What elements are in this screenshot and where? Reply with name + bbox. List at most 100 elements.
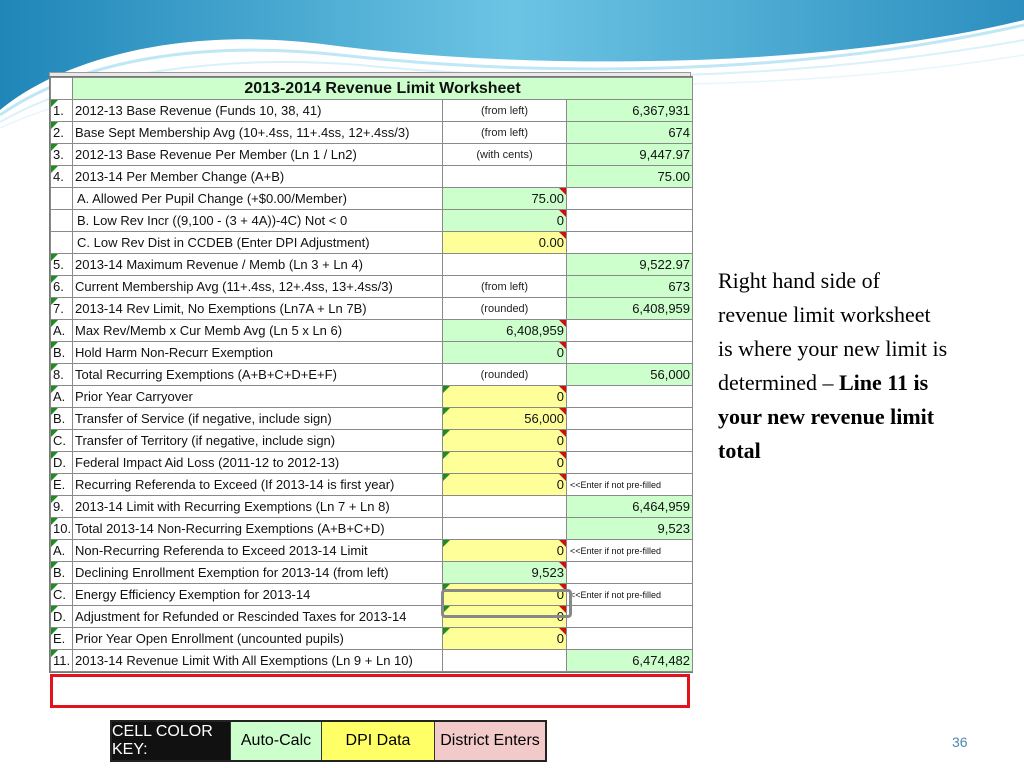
- worksheet-row: B. Declining Enrollment Exemption for 201…: [50, 561, 694, 584]
- row-result-value: [565, 385, 694, 408]
- row-number: 9.: [50, 495, 73, 518]
- worksheet-row: 10. Total 2013-14 Non-Recurring Exemption…: [50, 517, 694, 540]
- worksheet-title: 2013-2014 Revenue Limit Worksheet: [71, 77, 694, 100]
- row-input-value[interactable]: 0: [442, 627, 567, 650]
- row-number: 4.: [50, 165, 73, 188]
- line-11-highlight: [50, 674, 690, 708]
- row-description: 2013-14 Limit with Recurring Exemptions …: [72, 495, 443, 518]
- worksheet-row: E. Prior Year Open Enrollment (uncounted …: [50, 627, 694, 650]
- worksheet-row: E. Recurring Referenda to Exceed (If 2013…: [50, 473, 694, 496]
- row-result-value: 6,474,482: [565, 649, 694, 672]
- row-description: 2013-14 Maximum Revenue / Memb (Ln 3 + L…: [72, 253, 443, 276]
- row-number: 3.: [50, 143, 73, 166]
- row-number: 5.: [50, 253, 73, 276]
- row-input-value: 75.00: [442, 187, 567, 210]
- row-input-value[interactable]: 0: [442, 451, 567, 474]
- row-description: Transfer of Territory (if negative, incl…: [72, 429, 443, 452]
- row-result-value: [565, 209, 694, 232]
- row-result-value: 673: [565, 275, 694, 298]
- row-number: 8.: [50, 363, 73, 386]
- row-result-value: 6,367,931: [565, 99, 694, 122]
- row-result-value: [565, 429, 694, 452]
- worksheet-title-row: 2013-2014 Revenue Limit Worksheet: [50, 77, 694, 100]
- side-note: Right hand side of revenue limit workshe…: [718, 264, 948, 468]
- row-result-value: <<Enter if not pre-filled: [565, 583, 694, 606]
- row-result-value: 6,464,959: [565, 495, 694, 518]
- row-number: 2.: [50, 121, 73, 144]
- worksheet-row: 4. 2013-14 Per Member Change (A+B) 75.00: [50, 165, 694, 188]
- row-input-value: [442, 517, 567, 540]
- worksheet-row: 3. 2012-13 Base Revenue Per Member (Ln 1 …: [50, 143, 694, 166]
- color-key-label: CELL COLOR KEY:: [112, 722, 230, 760]
- row-number: C.: [50, 583, 73, 606]
- row-input-value[interactable]: 0: [442, 385, 567, 408]
- row-input-value[interactable]: 0: [442, 473, 567, 496]
- worksheet-row: D. Federal Impact Aid Loss (2011-12 to 20…: [50, 451, 694, 474]
- row-input-value[interactable]: 0.00: [442, 231, 567, 254]
- row-input-value: (from left): [442, 275, 567, 298]
- row-description: Total 2013-14 Non-Recurring Exemptions (…: [72, 517, 443, 540]
- row-number: B.: [50, 561, 73, 584]
- row-description: B. Low Rev Incr ((9,100 - (3 + 4A))-4C) …: [72, 209, 443, 232]
- worksheet-row: A. Allowed Per Pupil Change (+$0.00/Memb…: [50, 187, 694, 210]
- row-description: Energy Efficiency Exemption for 2013-14: [72, 583, 443, 606]
- worksheet-row: B. Low Rev Incr ((9,100 - (3 + 4A))-4C) …: [50, 209, 694, 232]
- row-result-value: [565, 605, 694, 628]
- row-number: B.: [50, 341, 73, 364]
- row-result-value: 9,522.97: [565, 253, 694, 276]
- row-description: C. Low Rev Dist in CCDEB (Enter DPI Adju…: [72, 231, 443, 254]
- row-result-value: 9,523: [565, 517, 694, 540]
- worksheet-row: B. Hold Harm Non-Recurr Exemption 0: [50, 341, 694, 364]
- row-number: A.: [50, 319, 73, 342]
- worksheet: 2013-2014 Revenue Limit Worksheet 1. 2012…: [49, 76, 694, 673]
- row-number: 1.: [50, 99, 73, 122]
- row-result-value: [565, 319, 694, 342]
- row-description: A. Allowed Per Pupil Change (+$0.00/Memb…: [72, 187, 443, 210]
- row-description: Non-Recurring Referenda to Exceed 2013-1…: [72, 539, 443, 562]
- row-description: Total Recurring Exemptions (A+B+C+D+E+F): [72, 363, 443, 386]
- worksheet-row: B. Transfer of Service (if negative, incl…: [50, 407, 694, 430]
- row-input-value: (with cents): [442, 143, 567, 166]
- row-description: 2013-14 Revenue Limit With All Exemption…: [72, 649, 443, 672]
- row-description: Prior Year Carryover: [72, 385, 443, 408]
- worksheet-row: D. Adjustment for Refunded or Rescinded T…: [50, 605, 694, 628]
- page-number: 36: [952, 734, 968, 750]
- declining-enrollment-highlight: [441, 589, 572, 618]
- row-description: Transfer of Service (if negative, includ…: [72, 407, 443, 430]
- row-description: 2012-13 Base Revenue Per Member (Ln 1 / …: [72, 143, 443, 166]
- worksheet-row: 5. 2013-14 Maximum Revenue / Memb (Ln 3 +…: [50, 253, 694, 276]
- worksheet-row: 1. 2012-13 Base Revenue (Funds 10, 38, 41…: [50, 99, 694, 122]
- row-description: Declining Enrollment Exemption for 2013-…: [72, 561, 443, 584]
- row-input-value: (from left): [442, 121, 567, 144]
- row-number: D.: [50, 451, 73, 474]
- row-input-value[interactable]: 56,000: [442, 407, 567, 430]
- row-result-value: [565, 231, 694, 254]
- row-input-value[interactable]: 0: [442, 429, 567, 452]
- worksheet-row: A. Non-Recurring Referenda to Exceed 2013…: [50, 539, 694, 562]
- row-number: B.: [50, 407, 73, 430]
- row-description: Prior Year Open Enrollment (uncounted pu…: [72, 627, 443, 650]
- row-number: E.: [50, 627, 73, 650]
- row-input-value: [442, 165, 567, 188]
- row-result-value: 56,000: [565, 363, 694, 386]
- row-input-value: [442, 253, 567, 276]
- worksheet-row: 8. Total Recurring Exemptions (A+B+C+D+E+…: [50, 363, 694, 386]
- worksheet-row: C. Energy Efficiency Exemption for 2013-1…: [50, 583, 694, 606]
- row-result-value: 6,408,959: [565, 297, 694, 320]
- row-input-value: (rounded): [442, 363, 567, 386]
- row-result-value: [565, 341, 694, 364]
- row-input-value: (rounded): [442, 297, 567, 320]
- worksheet-row: A. Max Rev/Memb x Cur Memb Avg (Ln 5 x Ln…: [50, 319, 694, 342]
- row-description: Base Sept Membership Avg (10+.4ss, 11+.4…: [72, 121, 443, 144]
- color-key-auto-calc: Auto-Calc: [230, 722, 321, 760]
- row-number: 10.: [50, 517, 73, 540]
- row-number: 6.: [50, 275, 73, 298]
- row-result-value: 75.00: [565, 165, 694, 188]
- worksheet-table: 2013-2014 Revenue Limit Worksheet 1. 2012…: [50, 77, 694, 672]
- row-number: D.: [50, 605, 73, 628]
- row-input-value[interactable]: 0: [442, 539, 567, 562]
- color-key-district-enters: District Enters: [434, 722, 545, 760]
- row-result-value: [565, 451, 694, 474]
- row-number: A.: [50, 385, 73, 408]
- row-input-value: 6,408,959: [442, 319, 567, 342]
